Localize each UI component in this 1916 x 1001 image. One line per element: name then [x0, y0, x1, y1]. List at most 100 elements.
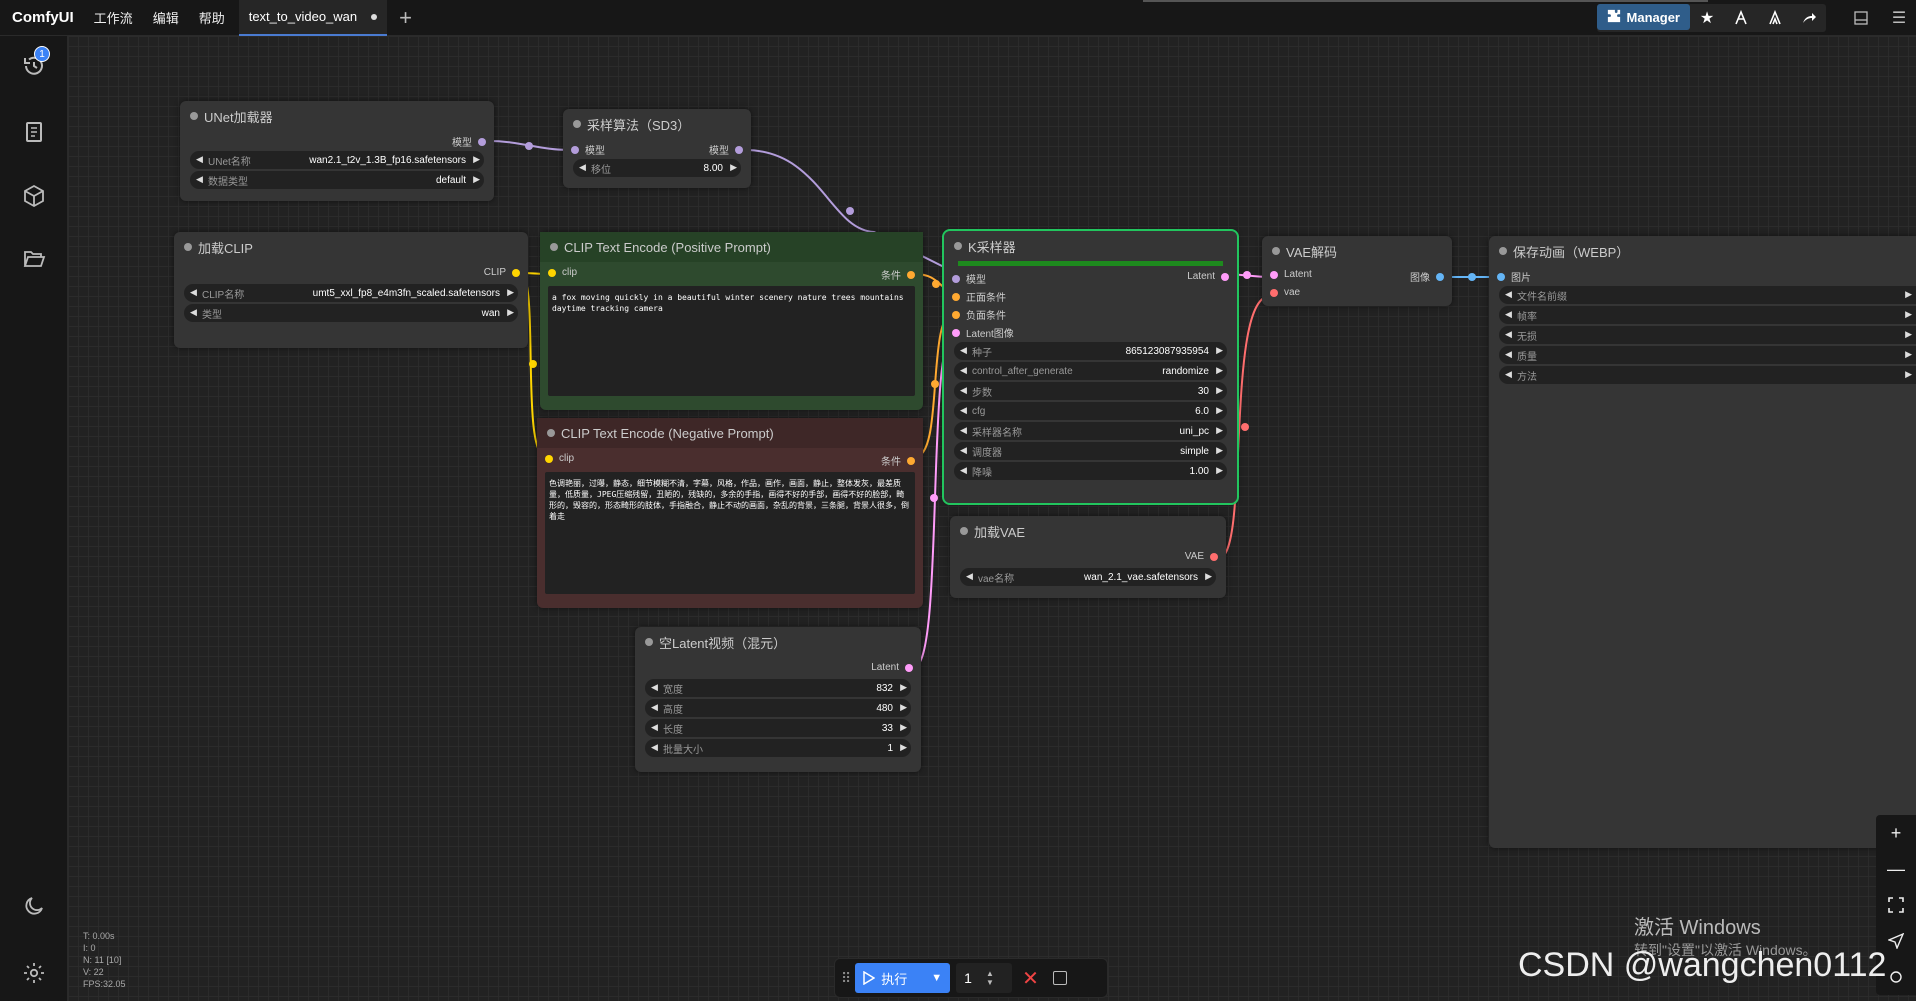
widget-length[interactable]: 长度33: [645, 719, 911, 737]
settings-button[interactable]: [14, 953, 54, 993]
stat-vertices: V: 22: [83, 967, 104, 977]
node-title: CLIP Text Encode (Negative Prompt): [537, 418, 923, 448]
input-slot-positive[interactable]: 正面条件: [952, 289, 1006, 304]
node-negative-prompt[interactable]: CLIP Text Encode (Negative Prompt) clip …: [537, 418, 923, 608]
node-title: UNet加载器: [180, 101, 494, 131]
add-tab-icon[interactable]: +: [399, 6, 412, 29]
batch-count-input[interactable]: 1 ▲ ▼: [956, 963, 1013, 993]
widget-batch-size[interactable]: 批量大小1: [645, 739, 911, 757]
node-title: 加载VAE: [950, 516, 1226, 546]
workflow-tab[interactable]: text_to_video_wan: [238, 0, 388, 36]
node-library-button[interactable]: [14, 112, 54, 152]
node-clip-loader[interactable]: 加载CLIP CLIP CLIP名称umt5_xxl_fp8_e4m3fn_sc…: [174, 232, 528, 348]
input-slot-vae[interactable]: vae: [1270, 287, 1300, 298]
node-unet-loader[interactable]: UNet加载器 模型 UNet名称wan2.1_t2v_1.3B_fp16.sa…: [180, 101, 494, 201]
drag-handle-icon[interactable]: ⠿: [841, 970, 851, 987]
widget-steps[interactable]: 步数30: [954, 382, 1227, 400]
star-icon[interactable]: ★: [1690, 4, 1724, 32]
widget-height[interactable]: 高度480: [645, 699, 911, 717]
node-empty-latent-video[interactable]: 空Latent视频（混元） Latent 宽度832 高度480 长度33 批量…: [635, 627, 921, 772]
widget-dtype[interactable]: 数据类型default: [190, 171, 484, 189]
queue-history-button[interactable]: 1: [14, 46, 54, 86]
stepper-icon[interactable]: ▲ ▼: [986, 969, 994, 987]
stat-items: I: 0: [83, 943, 96, 953]
model-library-icon[interactable]: [1758, 4, 1792, 32]
widget-width[interactable]: 宽度832: [645, 679, 911, 697]
moon-icon: [25, 897, 43, 915]
input-slot-clip[interactable]: clip: [548, 267, 577, 278]
output-slot-model[interactable]: 模型: [709, 142, 743, 157]
canvas-stats: T: 0.00s I: 0 N: 11 [10] V: 22 FPS:32.05: [83, 930, 126, 990]
menu-workflow[interactable]: 工作流: [84, 8, 143, 27]
gear-icon: [24, 963, 44, 983]
share-icon[interactable]: [1792, 4, 1826, 32]
widget-control-after-generate[interactable]: control_after_generaterandomize: [954, 362, 1227, 380]
input-slot-images[interactable]: 图片: [1497, 269, 1531, 284]
widget-fps[interactable]: 帧率: [1499, 306, 1916, 324]
node-model-sampling-sd3[interactable]: 采样算法（SD3） 模型 模型 移位8.00: [563, 109, 751, 188]
fit-view-icon[interactable]: [1876, 887, 1916, 923]
input-slot-negative[interactable]: 负面条件: [952, 307, 1006, 322]
widget-seed[interactable]: 种子865123087935954: [954, 342, 1227, 360]
node-title: 采样算法（SD3）: [563, 109, 751, 139]
zoom-in-icon[interactable]: +: [1876, 815, 1916, 851]
input-slot-latent[interactable]: Latent: [1270, 269, 1312, 280]
node-save-animated-webp[interactable]: 保存动画（WEBP） 图片 文件名前缀 帧率 无损 质量 方法: [1489, 236, 1916, 848]
widget-shift[interactable]: 移位8.00: [573, 159, 741, 177]
workflows-button[interactable]: [14, 239, 54, 279]
output-slot-image[interactable]: 图像: [1410, 269, 1444, 284]
widget-sampler-name[interactable]: 采样器名称uni_pc: [954, 422, 1227, 440]
node-library-icon[interactable]: [1724, 4, 1758, 32]
negative-prompt-textarea[interactable]: 色调艳丽，过曝，静态，细节模糊不清，字幕，风格，作品，画作，画面，静止，整体发灰…: [545, 472, 915, 594]
hamburger-menu-icon[interactable]: ☰: [1882, 4, 1916, 32]
input-slot-model[interactable]: 模型: [952, 271, 986, 286]
positive-prompt-textarea[interactable]: a fox moving quickly in a beautiful wint…: [548, 286, 915, 396]
widget-lossless[interactable]: 无损: [1499, 326, 1916, 344]
widget-denoise[interactable]: 降噪1.00: [954, 462, 1227, 480]
menu-edit[interactable]: 编辑: [143, 8, 189, 27]
model-library-button[interactable]: [14, 176, 54, 216]
node-title: K采样器: [944, 231, 1237, 261]
output-slot-conditioning[interactable]: 条件: [881, 267, 915, 282]
node-vae-decode[interactable]: VAE解码 Latent 图像 vae: [1262, 236, 1452, 306]
theme-toggle-button[interactable]: [14, 886, 54, 926]
widget-quality[interactable]: 质量: [1499, 346, 1916, 364]
input-slot-model[interactable]: 模型: [571, 142, 605, 157]
slot-row: 图片: [1489, 266, 1916, 284]
node-title: 空Latent视频（混元）: [635, 627, 921, 657]
node-vae-loader[interactable]: 加载VAE VAE vae名称wan_2.1_vae.safetensors: [950, 516, 1226, 598]
menu-help[interactable]: 帮助: [189, 8, 235, 27]
output-slot-latent[interactable]: Latent: [871, 662, 913, 673]
cube-icon: [24, 184, 44, 208]
widget-method[interactable]: 方法: [1499, 366, 1916, 384]
slot-row: 模型: [180, 131, 494, 149]
widget-unet-name[interactable]: UNet名称wan2.1_t2v_1.3B_fp16.safetensors: [190, 151, 484, 169]
zoom-out-icon[interactable]: —: [1876, 851, 1916, 887]
stat-fps: FPS:32.05: [83, 979, 126, 989]
output-slot-conditioning[interactable]: 条件: [881, 453, 915, 468]
output-slot-clip[interactable]: CLIP: [484, 267, 520, 278]
panel-toggle-icon[interactable]: [1844, 4, 1878, 32]
slot-row: CLIP: [174, 264, 528, 282]
chevron-down-icon[interactable]: ▼: [931, 972, 942, 984]
widget-scheduler[interactable]: 调度器simple: [954, 442, 1227, 460]
widget-cfg[interactable]: cfg6.0: [954, 402, 1227, 420]
run-button[interactable]: 执行 ▼: [855, 963, 951, 993]
node-ksampler[interactable]: K采样器 模型 Latent 正面条件 负面条件 Latent图像 种子8651…: [942, 229, 1239, 505]
widget-filename-prefix[interactable]: 文件名前缀: [1499, 286, 1916, 304]
widget-clip-type[interactable]: 类型wan: [184, 304, 518, 322]
app-logo: ComfyUI: [12, 9, 74, 26]
manager-button[interactable]: Manager: [1596, 4, 1690, 30]
input-slot-latent-image[interactable]: Latent图像: [952, 325, 1014, 340]
output-slot-vae[interactable]: VAE: [1185, 551, 1218, 562]
output-slot-model[interactable]: 模型: [452, 134, 486, 149]
ksampler-progress-bar: [958, 261, 1223, 266]
left-sidebar: 1: [0, 36, 68, 1001]
widget-vae-name[interactable]: vae名称wan_2.1_vae.safetensors: [960, 568, 1216, 586]
input-slot-clip[interactable]: clip: [545, 453, 574, 464]
cancel-icon[interactable]: ✕: [1022, 966, 1039, 991]
widget-clip-name[interactable]: CLIP名称umt5_xxl_fp8_e4m3fn_scaled.safeten…: [184, 284, 518, 302]
output-slot-latent[interactable]: Latent: [1187, 271, 1229, 282]
node-positive-prompt[interactable]: CLIP Text Encode (Positive Prompt) clip …: [540, 232, 923, 410]
stop-icon[interactable]: [1052, 971, 1067, 985]
